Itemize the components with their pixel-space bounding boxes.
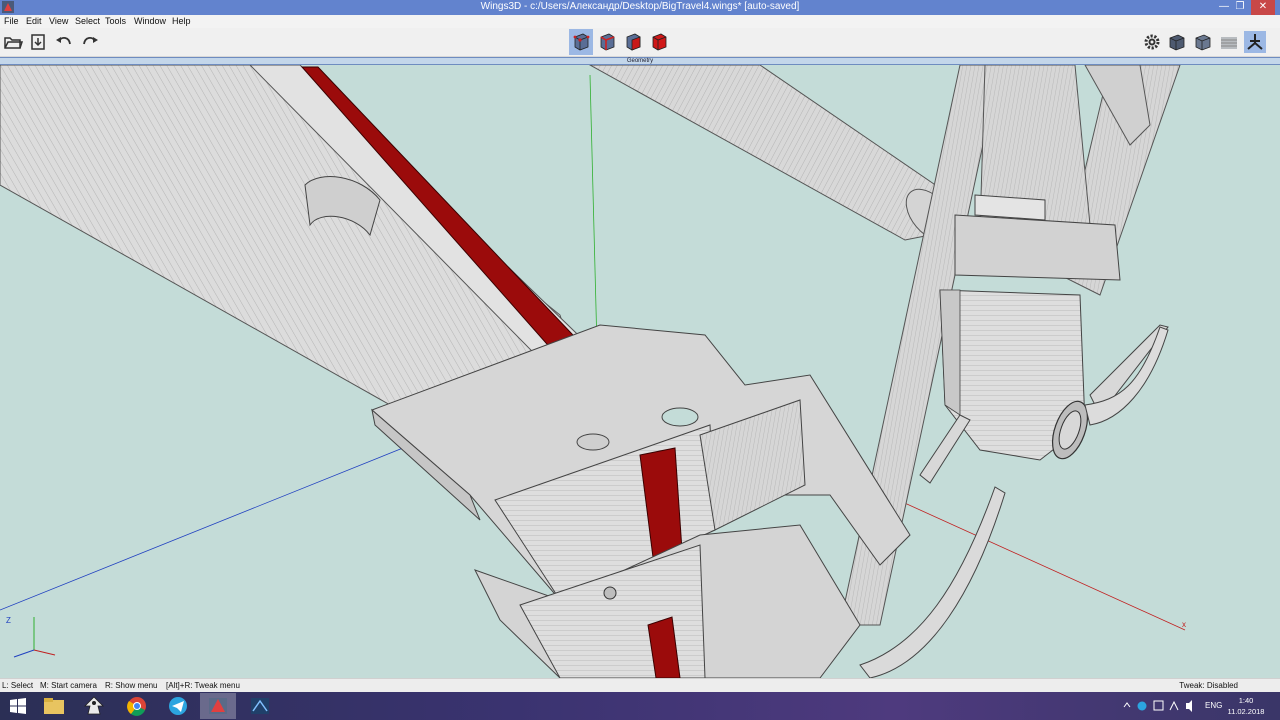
flat-shaded-icon[interactable]: [1192, 31, 1214, 53]
tray-icons[interactable]: [1122, 692, 1202, 720]
wireframe-icon[interactable]: [1218, 31, 1240, 53]
upper-tube-mesh: [588, 65, 951, 241]
hint-camera: M: Start camera: [40, 681, 97, 690]
edge-mode-button[interactable]: [595, 29, 619, 55]
file-explorer-icon[interactable]: [36, 693, 72, 719]
wings3d-icon[interactable]: [200, 693, 236, 719]
menu-window[interactable]: Window: [134, 16, 166, 26]
tray-language[interactable]: ENG: [1205, 692, 1222, 720]
menu-select[interactable]: Select: [75, 16, 100, 26]
face-mode-button[interactable]: [621, 29, 645, 55]
hint-select: L: Select: [2, 681, 34, 690]
menu-file[interactable]: File: [4, 16, 19, 26]
minimize-button[interactable]: —: [1216, 0, 1232, 15]
menu-edit[interactable]: Edit: [26, 16, 42, 26]
menu-tools[interactable]: Tools: [105, 16, 126, 26]
windows-start-icon[interactable]: [0, 693, 36, 719]
perspective-icon[interactable]: [1244, 31, 1266, 53]
selection-mode-group: [569, 29, 671, 55]
x-axis-label: x: [1182, 620, 1186, 629]
close-button[interactable]: ✕: [1251, 0, 1275, 15]
blender-icon[interactable]: [242, 693, 278, 719]
vertex-mode-button[interactable]: [569, 29, 593, 55]
hint-tweak-menu: [Alt]+R: Tweak menu: [166, 681, 240, 690]
hint-menu: R: Show menu: [105, 681, 158, 690]
inkscape-icon[interactable]: [76, 693, 112, 719]
chrome-icon[interactable]: [119, 693, 155, 719]
z-axis-label: Z: [6, 616, 11, 625]
clock-date: 11.02.2018: [1227, 707, 1265, 716]
geometry-panel-header[interactable]: Geometry: [0, 57, 1280, 65]
window-title: Wings3D - c:/Users/Александр/Desktop/Big…: [480, 1, 800, 12]
restore-button[interactable]: ❐: [1232, 0, 1248, 15]
taskbar-clock[interactable]: 1:40 11.02.2018: [1226, 695, 1266, 717]
tweak-status: Tweak: Disabled: [1179, 681, 1238, 690]
clock-time: 1:40: [1238, 696, 1254, 705]
scene-render[interactable]: x Z: [0, 65, 1280, 678]
undo-icon[interactable]: [53, 31, 75, 53]
telegram-icon[interactable]: [160, 693, 196, 719]
smooth-shaded-icon[interactable]: [1166, 31, 1188, 53]
save-icon[interactable]: [27, 31, 49, 53]
axis-gizmo: Z: [6, 616, 56, 658]
open-folder-icon[interactable]: [2, 31, 24, 53]
geometry-viewport[interactable]: x Z: [0, 65, 1280, 678]
status-bar: L: Select M: Start camera R: Show menu […: [0, 678, 1280, 692]
main-toolbar: [0, 28, 1280, 57]
body-mode-button[interactable]: [647, 29, 671, 55]
y-axis-line: [589, 74, 598, 348]
menu-view[interactable]: View: [49, 16, 68, 26]
menu-help[interactable]: Help: [172, 16, 191, 26]
menu-bar: File Edit View Select Tools Window Help: [0, 15, 1280, 28]
windows-taskbar: ENG 1:40 11.02.2018: [0, 692, 1280, 720]
title-bar: Wings3D - c:/Users/Александр/Desktop/Big…: [0, 0, 1280, 15]
redo-icon[interactable]: [79, 31, 101, 53]
settings-icon[interactable]: [1141, 31, 1163, 53]
